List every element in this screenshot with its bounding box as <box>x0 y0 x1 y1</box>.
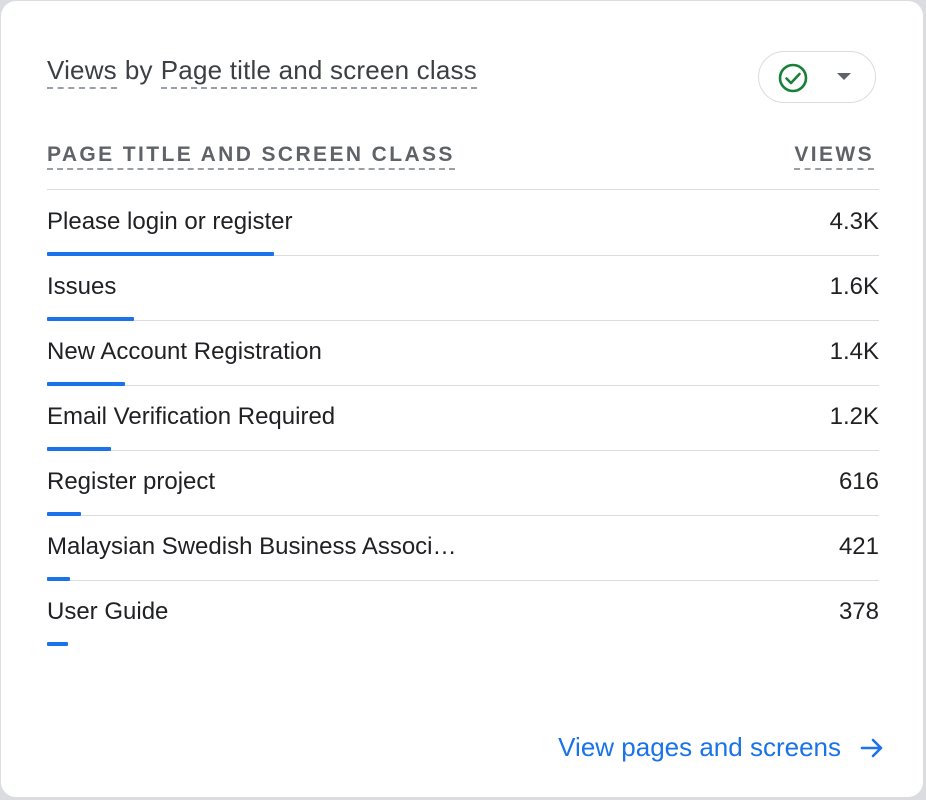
row-value: 616 <box>838 468 879 495</box>
table-row: Register project 616 <box>47 451 879 516</box>
row-label: User Guide <box>47 598 169 625</box>
table-body: Please login or register 4.3K Issues 1.6… <box>47 191 879 646</box>
dimension-label[interactable]: Page title and screen class <box>160 55 477 89</box>
row-label: Please login or register <box>47 208 293 235</box>
check-circle-icon <box>778 63 808 93</box>
header-divider <box>47 189 879 190</box>
title-by-text: by <box>124 55 153 85</box>
row-label: Malaysian Swedish Business Associ… <box>47 533 457 560</box>
data-quality-dropdown[interactable] <box>758 51 876 103</box>
chevron-down-icon <box>837 73 851 80</box>
table-row: Malaysian Swedish Business Associ… 421 <box>47 516 879 581</box>
row-value: 1.2K <box>829 403 879 430</box>
row-value: 1.6K <box>829 273 879 300</box>
row-label: Email Verification Required <box>47 403 336 430</box>
metric-label[interactable]: Views <box>47 55 117 89</box>
view-pages-and-screens-label: View pages and screens <box>558 732 841 762</box>
column-header-views[interactable]: VIEWS <box>794 143 874 170</box>
arrow-right-icon <box>860 738 883 757</box>
table-row: New Account Registration 1.4K <box>47 321 879 386</box>
views-by-page-card: Views by Page title and screen class PAGE … <box>0 0 924 798</box>
card-title: Views by Page title and screen class <box>47 55 477 89</box>
row-label: Register project <box>47 468 216 495</box>
row-value: 421 <box>838 533 879 560</box>
column-header-page-title-label: PAGE TITLE AND SCREEN CLASS <box>47 143 455 170</box>
table-row: User Guide 378 <box>47 581 879 646</box>
view-pages-and-screens-link[interactable]: View pages and screens <box>558 732 885 763</box>
table-row: Email Verification Required 1.2K <box>47 386 879 451</box>
row-value: 378 <box>838 598 879 625</box>
table-row: Please login or register 4.3K <box>47 191 879 256</box>
row-value: 1.4K <box>829 338 879 365</box>
row-label: Issues <box>47 273 117 300</box>
column-header-page-title[interactable]: PAGE TITLE AND SCREEN CLASS <box>47 143 455 170</box>
column-header-views-label: VIEWS <box>794 143 874 170</box>
table-row: Issues 1.6K <box>47 256 879 321</box>
row-share-bar <box>47 642 68 646</box>
row-label: New Account Registration <box>47 338 322 365</box>
row-value: 4.3K <box>829 208 879 235</box>
